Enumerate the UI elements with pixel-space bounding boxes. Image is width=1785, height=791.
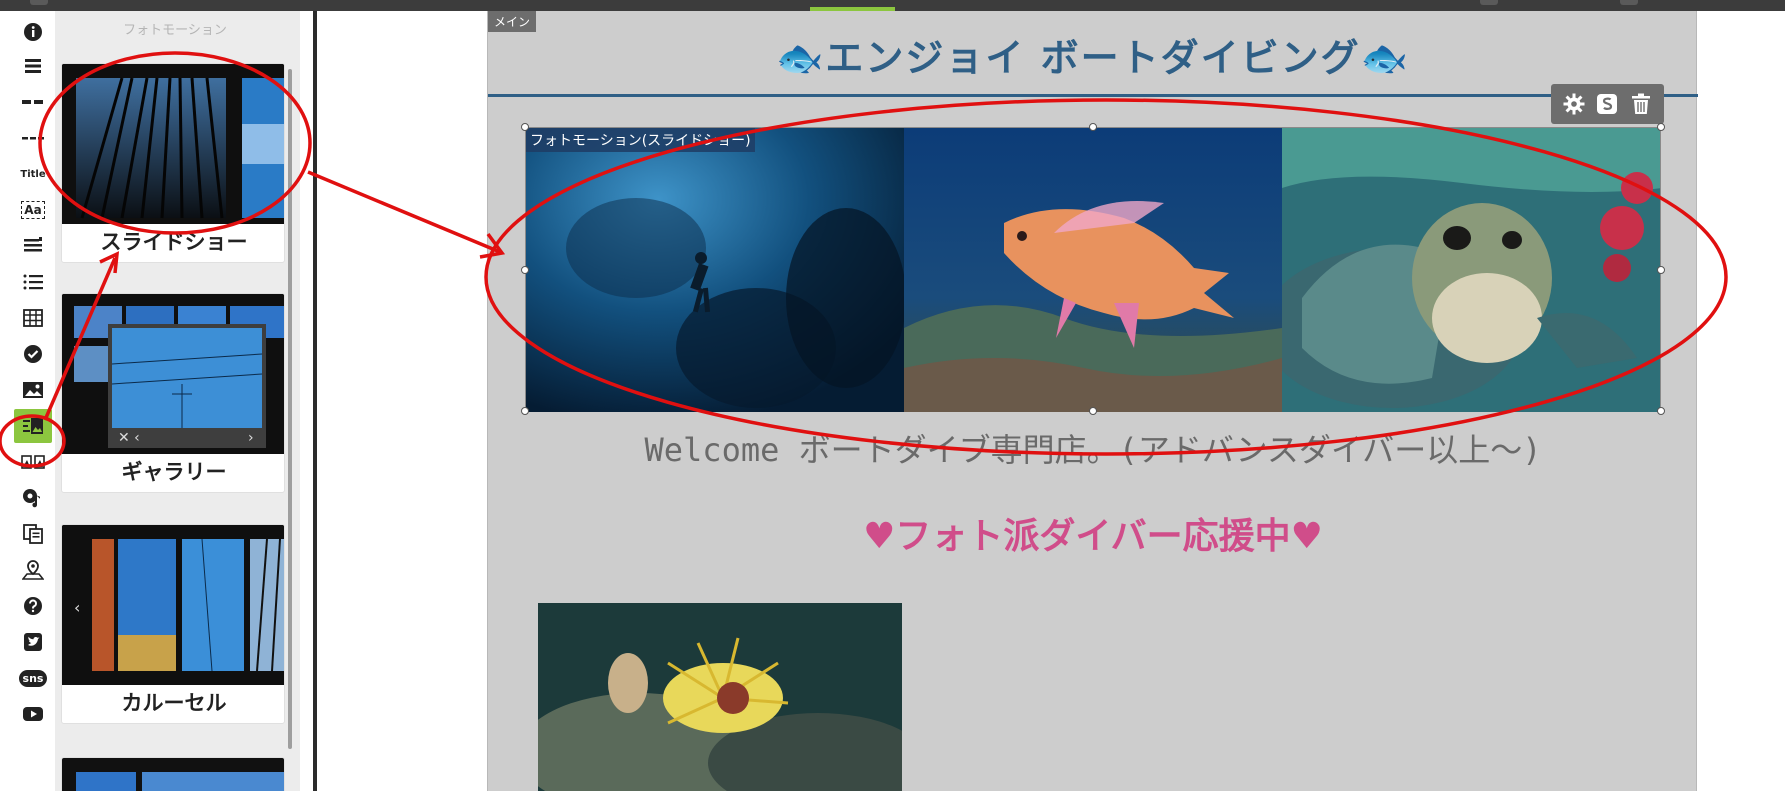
sns-icon[interactable]: sns xyxy=(14,661,52,695)
title-divider xyxy=(488,94,1698,97)
panel-title: フォトモーション xyxy=(123,23,227,38)
slideshow-thumbnail xyxy=(62,64,284,224)
gear-icon[interactable] xyxy=(1561,91,1587,117)
slideshow-label: スライドショー xyxy=(100,230,248,254)
gallery-thumbnail: ✕ ‹ › xyxy=(62,294,284,454)
resize-handle[interactable] xyxy=(1657,123,1665,131)
toolbar-mark[interactable] xyxy=(1620,0,1638,5)
dash-divider-icon[interactable] xyxy=(14,85,52,119)
heart-icon: ♥ xyxy=(1290,516,1323,557)
gallery-card[interactable]: ✕ ‹ › ギャラリー xyxy=(61,293,285,493)
image-icon[interactable] xyxy=(14,373,52,407)
svg-text:‹: ‹ xyxy=(74,598,80,617)
svg-text:›: › xyxy=(248,430,254,446)
top-toolbar xyxy=(0,0,1785,11)
next-card-thumbnail xyxy=(62,758,284,791)
resize-handle[interactable] xyxy=(1657,266,1665,274)
turtle-photo xyxy=(1282,128,1660,412)
copy-icon[interactable] xyxy=(14,517,52,551)
carousel-thumbnail: ‹ xyxy=(62,525,284,685)
panel-gutter xyxy=(300,11,314,791)
photomotion-icon[interactable] xyxy=(14,409,52,443)
lines-icon[interactable] xyxy=(14,49,52,83)
resize-handle[interactable] xyxy=(521,407,529,415)
carousel-card[interactable]: ‹ カルーセル xyxy=(61,524,285,724)
text-icon[interactable]: Aa xyxy=(14,193,52,227)
widget-icon-rail: Title Aa sns xyxy=(10,11,55,791)
page-canvas: メイン 🐟エンジョイ ボートダイビング🐟 フォトモーション(スライドショー) W… xyxy=(317,11,1785,791)
trash-icon[interactable] xyxy=(1628,91,1654,117)
text-icon-label: Aa xyxy=(21,201,45,219)
fish-photo xyxy=(904,128,1282,412)
info-icon[interactable] xyxy=(14,15,52,49)
panel-scrollbar[interactable] xyxy=(288,69,292,749)
site-title-text: エンジョイ ボートダイビング xyxy=(825,36,1361,80)
two-image-icon[interactable] xyxy=(14,445,52,479)
paragraph-icon[interactable] xyxy=(14,229,52,263)
toolbar-mark[interactable] xyxy=(30,0,48,5)
resize-handle[interactable] xyxy=(521,266,529,274)
slideshow-card[interactable]: スライドショー xyxy=(61,63,285,263)
check-icon[interactable] xyxy=(14,337,52,371)
photo-diver-heading[interactable]: ♥フォト派ダイバー応援中♥ xyxy=(488,507,1698,559)
next-card[interactable] xyxy=(61,757,285,791)
audio-icon[interactable] xyxy=(14,481,52,515)
carousel-label: カルーセル xyxy=(121,691,227,715)
photo-heading-text: フォト派ダイバー応援中 xyxy=(895,516,1291,557)
heart-icon: ♥ xyxy=(863,516,896,557)
help-icon[interactable] xyxy=(14,589,52,623)
site-title[interactable]: 🐟エンジョイ ボートダイビング🐟 xyxy=(488,27,1698,82)
editor-window: Title Aa sns フォトモーション スライドショー ✕ ‹ › ギャラリ… xyxy=(0,0,1785,791)
table-icon[interactable] xyxy=(14,301,52,335)
widget-toolbar xyxy=(1551,84,1664,124)
youtube-icon[interactable] xyxy=(14,697,52,731)
twitter-icon[interactable] xyxy=(14,625,52,659)
map-pin-icon[interactable] xyxy=(14,553,52,587)
fish-icon: 🐟 xyxy=(776,36,826,80)
list-icon[interactable] xyxy=(14,265,52,299)
featherduster-worm-photo[interactable] xyxy=(538,603,902,791)
sns-icon-label: sns xyxy=(18,669,48,687)
photomotion-panel: フォトモーション スライドショー ✕ ‹ › ギャラリー ‹ カルーセル xyxy=(55,11,300,791)
main-area: メイン 🐟エンジョイ ボートダイビング🐟 フォトモーション(スライドショー) W… xyxy=(487,11,1698,791)
title-icon[interactable]: Title xyxy=(14,157,52,191)
resize-handle[interactable] xyxy=(521,123,529,131)
toolbar-mark[interactable] xyxy=(1480,0,1498,5)
slideshow-widget[interactable]: フォトモーション(スライドショー) xyxy=(521,123,1665,415)
slideshow-widget-tag: フォトモーション(スライドショー) xyxy=(526,128,755,152)
style-icon[interactable] xyxy=(1594,91,1620,117)
resize-handle[interactable] xyxy=(1657,407,1665,415)
svg-text:✕ ‹: ✕ ‹ xyxy=(118,430,140,446)
fish-icon: 🐟 xyxy=(1360,36,1410,80)
resize-handle[interactable] xyxy=(1089,123,1097,131)
dotted-divider-icon[interactable] xyxy=(14,121,52,155)
diver-photo xyxy=(526,128,904,412)
gallery-label: ギャラリー xyxy=(121,460,227,484)
welcome-text[interactable]: Welcome ボートダイブ専門店。(アドバンスダイバー以上～) xyxy=(488,425,1698,471)
resize-handle[interactable] xyxy=(1089,407,1097,415)
